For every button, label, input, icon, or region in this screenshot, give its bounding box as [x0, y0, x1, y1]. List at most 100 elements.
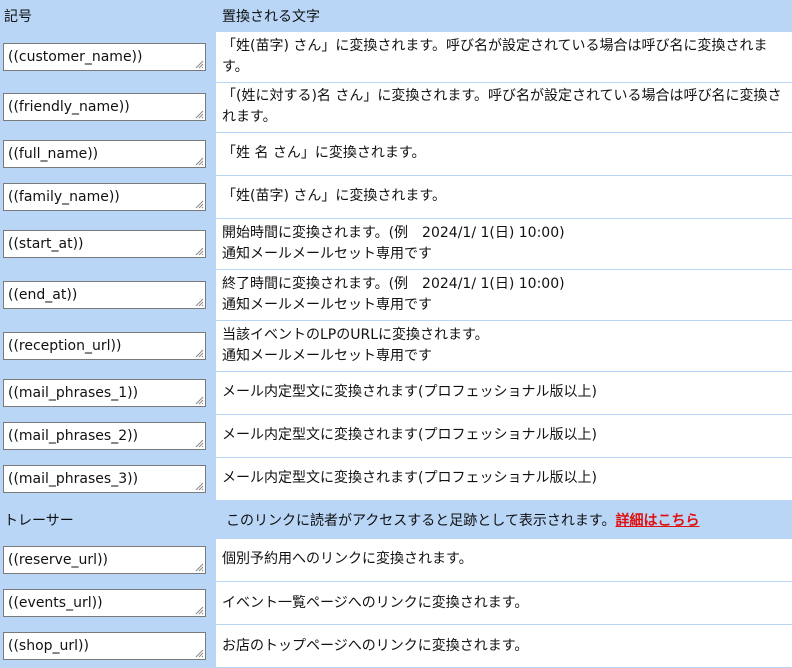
code-textarea[interactable]: ((friendly_name))	[3, 93, 206, 121]
table-row: ((customer_name)) 「姓(苗字) さん」に変換されます。呼び名が設…	[0, 32, 792, 83]
details-link[interactable]: 詳細はこちら	[615, 513, 699, 529]
code-text: ((mail_phrases_2))	[8, 427, 139, 444]
code-textarea[interactable]: ((end_at))	[3, 280, 206, 309]
resize-grip-icon[interactable]	[194, 481, 204, 491]
table-row: ((reserve_url)) 個別予約用へのリンクに変換されます。	[0, 538, 792, 582]
code-textarea[interactable]: ((mail_phrases_1))	[3, 378, 206, 407]
resize-grip-icon[interactable]	[194, 562, 204, 572]
resize-grip-icon[interactable]	[194, 156, 204, 166]
tracer-section-row: トレーサー このリンクに読者がアクセスすると足跡として表示されます。詳細はこちら	[0, 500, 792, 539]
description-cell: 「姓(苗字) さん」に変換されます。呼び名が設定されている場合は呼び名に変換され…	[216, 32, 792, 83]
description-line: お店のトップページへのリンクに変換されます。	[222, 637, 529, 654]
description-cell: 終了時間に変換されます。(例 2024/1/ 1(日) 10:00) 通知メールメ…	[216, 269, 792, 321]
description-line: 「(姓に対する)名 さん」に変換されます。呼び名が設定されている場合は呼び名に変…	[222, 88, 782, 125]
header-symbol: 記号	[0, 0, 216, 32]
description-line: 開始時間に変換されます。(例 2024/1/ 1(日) 10:00)	[222, 224, 565, 241]
resize-grip-icon[interactable]	[194, 109, 204, 119]
resize-grip-icon[interactable]	[194, 648, 204, 658]
description-cell: 「(姓に対する)名 さん」に変換されます。呼び名が設定されている場合は呼び名に変…	[216, 82, 792, 133]
table-row: ((end_at)) 終了時間に変換されます。(例 2024/1/ 1(日) 10…	[0, 269, 792, 321]
description-line: 「姓(苗字) さん」に変換されます。	[222, 188, 446, 204]
description-cell: イベント一覧ページへのリンクに変換されます。	[216, 581, 792, 625]
description-cell: 「姓(苗字) さん」に変換されます。	[216, 175, 792, 219]
code-textarea[interactable]: ((reserve_url))	[3, 545, 206, 574]
tracer-label: トレーサー	[0, 500, 216, 539]
description-line: メール内定型文に変換されます(プロフェッショナル版以上)	[222, 470, 597, 486]
code-textarea[interactable]: ((customer_name))	[3, 42, 206, 71]
code-textarea[interactable]: ((mail_phrases_2))	[3, 421, 206, 450]
resize-grip-icon[interactable]	[194, 199, 204, 209]
description-line: 個別予約用へのリンクに変換されます。	[222, 551, 473, 568]
description-line: イベント一覧ページへのリンクに変換されます。	[222, 594, 529, 611]
description-cell: 「姓 名 さん」に変換されます。	[216, 132, 792, 176]
code-text: ((full_name))	[8, 145, 99, 162]
code-cell: ((start_at))	[0, 218, 216, 270]
description-cell: メール内定型文に変換されます(プロフェッショナル版以上)	[216, 457, 792, 501]
table-row: ((family_name)) 「姓(苗字) さん」に変換されます。	[0, 175, 792, 219]
code-cell: ((shop_url))	[0, 624, 216, 668]
resize-grip-icon[interactable]	[194, 395, 204, 405]
code-textarea[interactable]: ((family_name))	[3, 182, 206, 211]
resize-grip-icon[interactable]	[194, 348, 204, 358]
code-text: ((events_url))	[8, 595, 103, 611]
resize-grip-icon[interactable]	[194, 605, 204, 615]
description-line: 通知メールメールセット専用です	[222, 245, 432, 262]
code-text: ((friendly_name))	[8, 99, 130, 115]
code-text: ((reserve_url))	[8, 551, 108, 568]
code-text: ((family_name))	[8, 188, 120, 205]
code-text: ((reception_url))	[8, 337, 122, 354]
table-row: ((full_name)) 「姓 名 さん」に変換されます。	[0, 132, 792, 176]
description-line: 「姓 名 さん」に変換されます。	[222, 145, 426, 161]
code-cell: ((full_name))	[0, 132, 216, 176]
code-cell: ((end_at))	[0, 269, 216, 321]
description-line: 終了時間に変換されます。(例 2024/1/ 1(日) 10:00)	[222, 275, 565, 292]
code-text: ((mail_phrases_3))	[8, 470, 139, 487]
resize-grip-icon[interactable]	[194, 438, 204, 448]
code-cell: ((mail_phrases_3))	[0, 457, 216, 501]
code-textarea[interactable]: ((shop_url))	[3, 632, 206, 660]
code-textarea[interactable]: ((reception_url))	[3, 331, 206, 360]
description-line: 当該イベントのLPのURLに変換されます。	[222, 326, 489, 343]
header-row: 記号 置換される文字	[0, 0, 792, 32]
code-text: ((mail_phrases_1))	[8, 384, 139, 401]
code-cell: ((reserve_url))	[0, 538, 216, 582]
code-cell: ((family_name))	[0, 175, 216, 219]
code-cell: ((mail_phrases_2))	[0, 414, 216, 458]
description-cell: お店のトップページへのリンクに変換されます。	[216, 624, 792, 668]
code-cell: ((friendly_name))	[0, 82, 216, 133]
resize-grip-icon[interactable]	[194, 297, 204, 307]
code-text: ((end_at))	[8, 286, 78, 303]
code-cell: ((customer_name))	[0, 32, 216, 83]
description-line: 通知メールメールセット専用です	[222, 296, 432, 313]
code-textarea[interactable]: ((full_name))	[3, 139, 206, 168]
code-cell: ((events_url))	[0, 581, 216, 625]
table-row: ((start_at)) 開始時間に変換されます。(例 2024/1/ 1(日) …	[0, 218, 792, 270]
table-row: ((mail_phrases_1)) メール内定型文に変換されます(プロフェッショ…	[0, 371, 792, 415]
table-row: ((reception_url)) 当該イベントのLPのURLに変換されます。 通知…	[0, 320, 792, 372]
table-row: ((mail_phrases_2)) メール内定型文に変換されます(プロフェッショ…	[0, 414, 792, 458]
description-cell: メール内定型文に変換されます(プロフェッショナル版以上)	[216, 371, 792, 415]
table-row: ((events_url)) イベント一覧ページへのリンクに変換されます。	[0, 581, 792, 625]
tracer-description: このリンクに読者がアクセスすると足跡として表示されます。詳細はこちら	[216, 500, 792, 539]
code-cell: ((mail_phrases_1))	[0, 371, 216, 415]
description-cell: 当該イベントのLPのURLに変換されます。 通知メールメールセット専用です	[216, 320, 792, 372]
resize-grip-icon[interactable]	[194, 59, 204, 69]
replacement-table: 記号 置換される文字 ((customer_name)) 「姓(苗字) さん」に変…	[0, 0, 792, 668]
description-line: メール内定型文に変換されます(プロフェッショナル版以上)	[222, 384, 597, 400]
table-row: ((friendly_name)) 「(姓に対する)名 さん」に変換されます。呼び…	[0, 82, 792, 133]
description-line: メール内定型文に変換されます(プロフェッショナル版以上)	[222, 427, 597, 443]
description-line: 「姓(苗字) さん」に変換されます。呼び名が設定されている場合は呼び名に変換され…	[222, 37, 768, 75]
code-textarea[interactable]: ((events_url))	[3, 589, 206, 617]
code-text: ((customer_name))	[8, 48, 143, 65]
header-replacement: 置換される文字	[216, 0, 792, 32]
tracer-description-text: このリンクに読者がアクセスすると足跡として表示されます。	[226, 512, 616, 529]
description-cell: 個別予約用へのリンクに変換されます。	[216, 538, 792, 582]
code-textarea[interactable]: ((mail_phrases_3))	[3, 464, 206, 493]
code-textarea[interactable]: ((start_at))	[3, 229, 206, 258]
resize-grip-icon[interactable]	[194, 246, 204, 256]
table-row: ((shop_url)) お店のトップページへのリンクに変換されます。	[0, 624, 792, 668]
code-text: ((shop_url))	[8, 638, 89, 654]
code-cell: ((reception_url))	[0, 320, 216, 372]
code-text: ((start_at))	[8, 235, 84, 252]
table-row: ((mail_phrases_3)) メール内定型文に変換されます(プロフェッショ…	[0, 457, 792, 501]
